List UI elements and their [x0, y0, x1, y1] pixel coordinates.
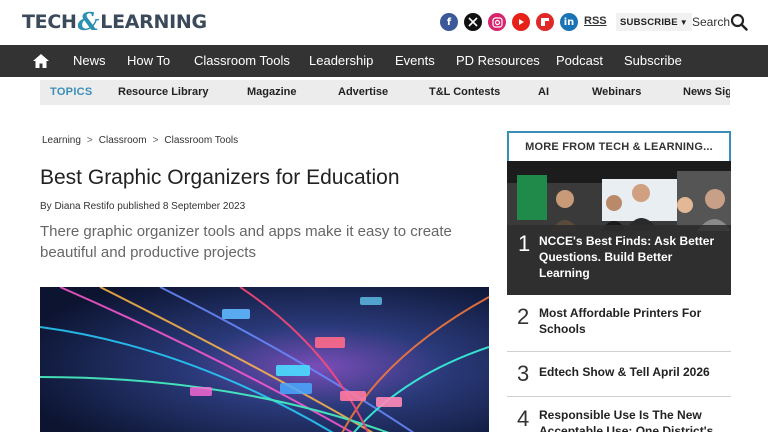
youtube-icon[interactable]	[512, 13, 530, 31]
sidebar-rank-4: 4	[517, 406, 530, 431]
caret-down-icon: ▼	[679, 17, 688, 27]
sidebar-heading: MORE FROM TECH & LEARNING...	[507, 131, 731, 161]
logo-learning-text: LEARNING	[100, 11, 207, 33]
subscribe-dropdown[interactable]: SUBSCRIBE ▼	[616, 13, 692, 31]
nav-item-pd-resources[interactable]: PD Resources	[456, 45, 540, 77]
sidebar-rank-1: 1	[518, 231, 531, 256]
nav-item-leadership[interactable]: Leadership	[309, 45, 373, 77]
logo-ampersand: &	[77, 7, 100, 36]
hero-image	[40, 287, 489, 432]
rss-link[interactable]: RSS	[584, 15, 607, 27]
topic-resource-library[interactable]: Resource Library	[118, 80, 208, 105]
sidebar-divider	[507, 396, 731, 397]
nav-item-news[interactable]: News	[73, 45, 106, 77]
x-icon[interactable]	[464, 13, 482, 31]
sidebar-rank-2: 2	[517, 304, 530, 329]
breadcrumb-separator: >	[86, 135, 93, 146]
breadcrumb: Learning > Classroom > Classroom Tools	[42, 135, 238, 146]
site-header: TECH & LEARNING f in RSS SUBSCRIBE ▼ Sea…	[0, 0, 768, 45]
topic-news-sig[interactable]: News Sig	[683, 80, 730, 105]
nav-item-classroom-tools[interactable]: Classroom Tools	[194, 45, 290, 77]
sidebar-item-title[interactable]: Edtech Show & Tell April 2026	[539, 364, 725, 380]
breadcrumb-separator: >	[152, 135, 159, 146]
facebook-icon[interactable]: f	[440, 13, 458, 31]
article-dek: There graphic organizer tools and apps m…	[40, 223, 452, 261]
nav-item-podcast[interactable]: Podcast	[556, 45, 603, 77]
article-title: Best Graphic Organizers for Education	[40, 166, 400, 189]
breadcrumb-classroom[interactable]: Classroom	[99, 135, 147, 146]
sidebar-item-title[interactable]: Most Affordable Printers For Schools	[539, 305, 725, 337]
sidebar-item-title[interactable]: Responsible Use Is The New Acceptable Us…	[539, 407, 725, 432]
topic-advertise[interactable]: Advertise	[338, 80, 388, 105]
instagram-icon[interactable]	[488, 13, 506, 31]
flipboard-icon[interactable]	[536, 13, 554, 31]
topics-label: TOPICS	[50, 86, 93, 98]
search-label[interactable]: Search	[692, 15, 730, 29]
linkedin-icon[interactable]: in	[560, 13, 578, 31]
nav-item-subscribe[interactable]: Subscribe	[624, 45, 682, 77]
topics-bar: TOPICS Resource Library Magazine Adverti…	[40, 80, 730, 105]
social-links: f in	[440, 13, 578, 31]
search-icon[interactable]	[730, 13, 748, 31]
sidebar-divider	[507, 351, 731, 352]
topic-magazine[interactable]: Magazine	[247, 80, 297, 105]
main-nav: News How To Classroom Tools Leadership E…	[0, 45, 768, 77]
sidebar-item-title[interactable]: NCCE's Best Finds: Ask Better Questions.…	[539, 233, 725, 281]
topic-webinars[interactable]: Webinars	[592, 80, 641, 105]
topic-ai[interactable]: AI	[538, 80, 549, 105]
home-icon[interactable]	[32, 53, 50, 69]
logo-tech-text: TECH	[22, 11, 77, 33]
nav-item-how-to[interactable]: How To	[127, 45, 170, 77]
site-logo[interactable]: TECH & LEARNING	[22, 9, 207, 35]
sidebar-rank-3: 3	[517, 361, 530, 386]
breadcrumb-classroom-tools[interactable]: Classroom Tools	[164, 135, 238, 146]
subscribe-label: SUBSCRIBE	[620, 16, 678, 28]
topic-tl-contests[interactable]: T&L Contests	[429, 80, 500, 105]
breadcrumb-learning[interactable]: Learning	[42, 135, 81, 146]
nav-item-events[interactable]: Events	[395, 45, 435, 77]
article-byline: By Diana Restifo published 8 September 2…	[40, 201, 246, 212]
